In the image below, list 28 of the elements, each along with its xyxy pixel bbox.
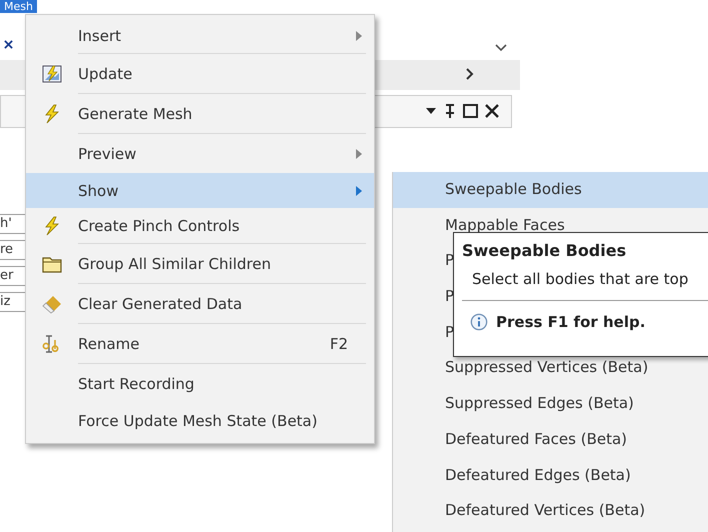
info-icon (470, 313, 488, 331)
submenu-arrow-icon (356, 186, 362, 196)
cell-text: h' (0, 216, 12, 231)
tooltip-text: Select all bodies that are top (471, 270, 690, 288)
shortcut-text: F2 (330, 334, 348, 352)
chevron-down-icon[interactable] (495, 44, 507, 52)
close-icon[interactable] (4, 40, 13, 49)
menu-item[interactable]: Insert (26, 18, 374, 53)
cell-text: er (0, 268, 14, 283)
submenu-arrow-icon (356, 30, 362, 40)
chevron-right-icon[interactable] (466, 68, 474, 80)
menu-item[interactable]: Suppressed Edges (Beta) (393, 386, 708, 422)
menu-item[interactable]: Force Update Mesh State (Beta) (26, 403, 374, 438)
tooltip-title: Sweepable Bodies (462, 241, 628, 260)
menu-item[interactable]: Defeatured Edges (Beta) (393, 458, 708, 494)
eraser-icon (42, 294, 62, 314)
menu-item[interactable]: Sweepable Bodies (393, 172, 708, 208)
menu-item[interactable]: Defeatured Vertices (Beta) (393, 493, 708, 529)
cell-text: iz (0, 294, 10, 309)
tree-node[interactable]: Mesh (0, 0, 37, 13)
update-icon (42, 64, 62, 84)
menu-item[interactable]: Defeatured Faces (Beta) (393, 422, 708, 458)
menu-item[interactable]: Create Pinch Controls (26, 208, 374, 243)
submenu-arrow-icon (356, 148, 362, 158)
help-text: Press F1 for help. (496, 313, 646, 331)
cell-text: re (0, 242, 14, 257)
pane-controls-icon[interactable] (424, 103, 500, 119)
menu-item[interactable]: Show (26, 173, 374, 208)
